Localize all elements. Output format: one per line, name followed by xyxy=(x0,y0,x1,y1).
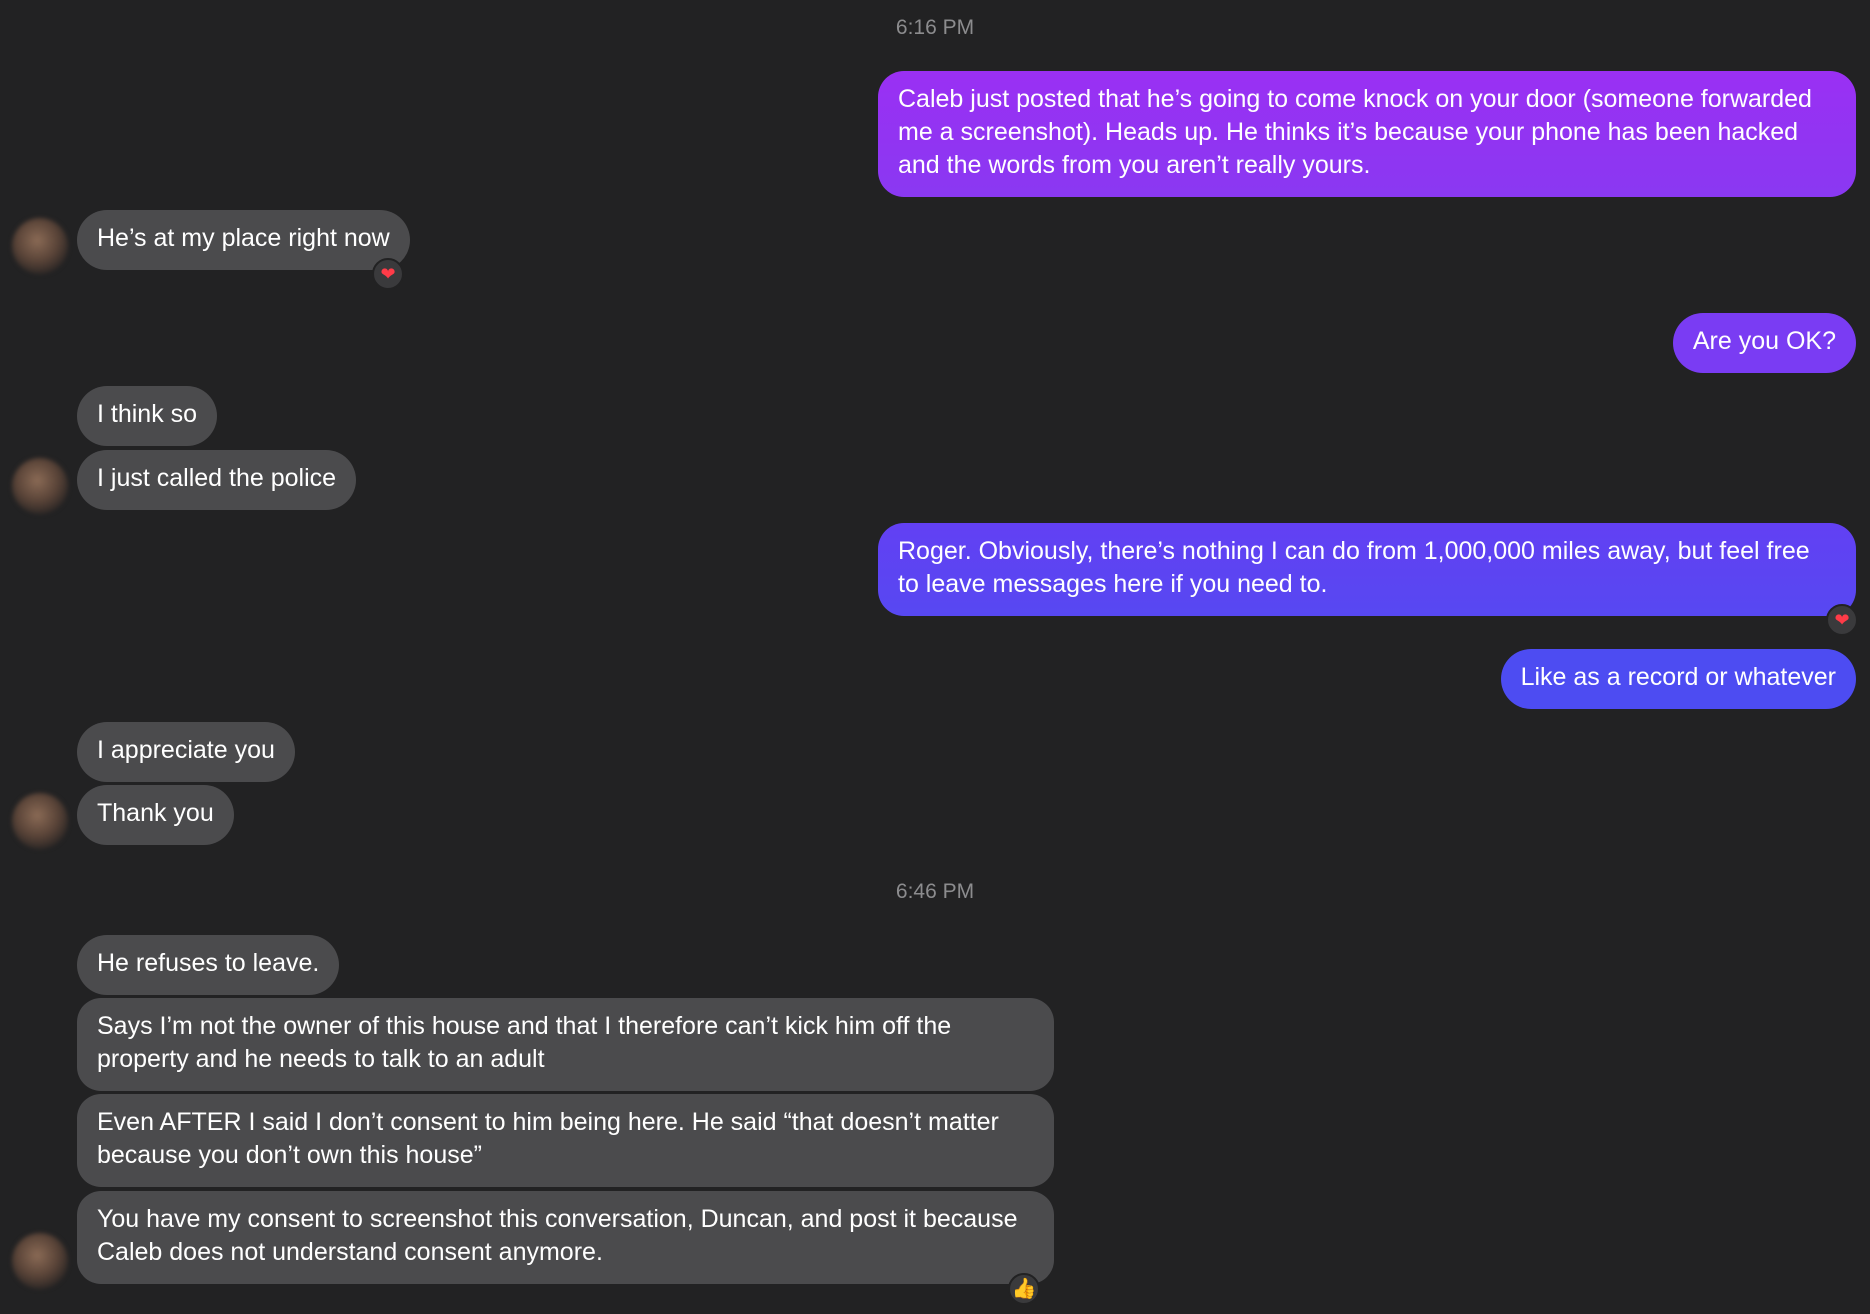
incoming-message[interactable]: I just called the police xyxy=(77,450,357,510)
thumbs-up-icon: 👍 xyxy=(1011,1278,1037,1300)
timestamp: 6:46 PM xyxy=(895,880,975,903)
incoming-message[interactable]: He’s at my place right now xyxy=(77,210,410,270)
heart-icon: ❤ xyxy=(380,264,396,284)
avatar[interactable] xyxy=(12,458,68,514)
incoming-message[interactable]: Thank you xyxy=(77,785,234,845)
incoming-message[interactable]: Says I’m not the owner of this house and… xyxy=(77,998,1054,1091)
incoming-message[interactable]: Even AFTER I said I don’t consent to him… xyxy=(77,1094,1054,1187)
incoming-message[interactable]: You have my consent to screenshot this c… xyxy=(77,1191,1054,1284)
avatar[interactable] xyxy=(12,1233,68,1289)
heart-icon: ❤ xyxy=(1834,610,1850,630)
avatar[interactable] xyxy=(12,793,68,849)
outgoing-message[interactable]: Roger. Obviously, there’s nothing I can … xyxy=(878,523,1856,616)
timestamp: 6:16 PM xyxy=(895,16,975,39)
outgoing-message[interactable]: Caleb just posted that he’s going to com… xyxy=(878,71,1856,197)
thumbs-up-reaction[interactable]: 👍 xyxy=(1008,1273,1040,1305)
avatar[interactable] xyxy=(12,218,68,274)
heart-reaction[interactable]: ❤ xyxy=(1826,604,1858,636)
heart-reaction[interactable]: ❤ xyxy=(372,258,404,290)
incoming-message[interactable]: I think so xyxy=(77,386,218,446)
incoming-message[interactable]: I appreciate you xyxy=(77,722,295,782)
outgoing-message[interactable]: Like as a record or whatever xyxy=(1500,649,1856,709)
incoming-message[interactable]: He refuses to leave. xyxy=(77,935,340,995)
outgoing-message[interactable]: Are you OK? xyxy=(1672,313,1856,373)
